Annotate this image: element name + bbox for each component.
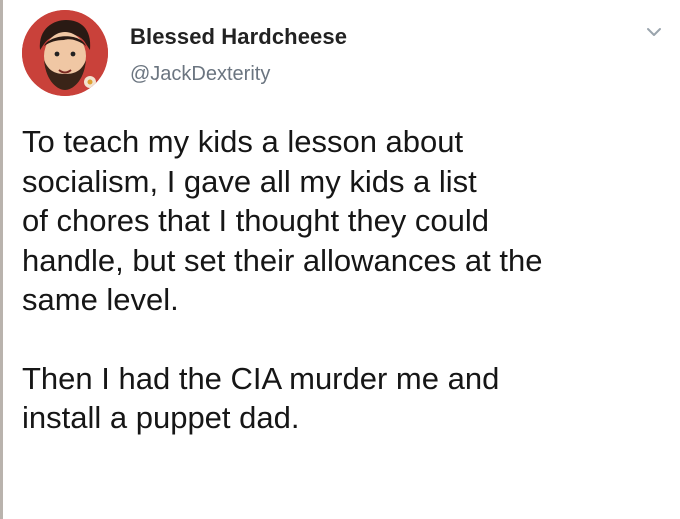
left-border-rule bbox=[0, 0, 3, 519]
chevron-down-icon[interactable] bbox=[642, 20, 666, 44]
tweet-text: To teach my kids a lesson about socialis… bbox=[22, 122, 672, 438]
avatar-illustration-icon bbox=[22, 10, 108, 96]
author-handle: @JackDexterity bbox=[130, 63, 271, 85]
tweet-header: Blessed Hardcheese @JackDexterity bbox=[22, 10, 672, 100]
avatar[interactable] bbox=[22, 10, 108, 96]
tweet-paragraph-1: To teach my kids a lesson about socialis… bbox=[22, 124, 543, 317]
tweet-paragraph-2: Then I had the CIA murder me and install… bbox=[22, 360, 500, 436]
author-display-name[interactable]: Blessed Hardcheese bbox=[130, 24, 347, 50]
